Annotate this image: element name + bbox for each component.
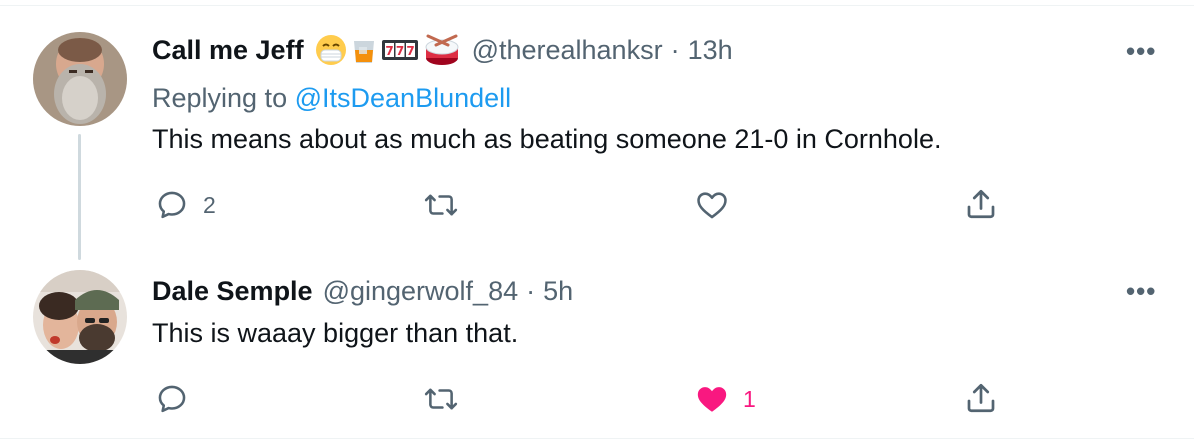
like-count: 1	[743, 385, 756, 412]
separator: ·	[526, 276, 536, 306]
whisky-glass-emoji-icon	[353, 41, 374, 63]
like-button[interactable]: 1	[695, 382, 756, 416]
reply-count: 2	[203, 191, 216, 218]
timestamp[interactable]: 13h	[688, 35, 733, 66]
tweet-header: Call me Jeff 7 7 7 @therealhanksr · 13h	[152, 33, 733, 67]
reply-icon	[158, 191, 186, 219]
avatar[interactable]	[33, 270, 127, 364]
like-button[interactable]	[695, 188, 743, 222]
heart-icon	[697, 192, 727, 219]
replying-prefix: Replying to	[152, 83, 288, 113]
retweet-icon	[424, 194, 458, 216]
handle[interactable]: @therealhanksr	[472, 35, 663, 66]
tweet-text: This means about as much as beating some…	[152, 124, 942, 154]
share-icon	[967, 383, 995, 413]
timestamp[interactable]: 5h	[543, 276, 573, 307]
reply-icon	[158, 385, 186, 413]
avatar[interactable]	[33, 32, 127, 126]
reply-button[interactable]	[155, 382, 203, 416]
tweet-actions: 2	[0, 186, 1194, 226]
display-name[interactable]: Dale Semple	[152, 276, 313, 307]
display-name[interactable]: Call me Jeff	[152, 35, 304, 66]
tweet-actions: 1	[0, 380, 1194, 420]
share-button[interactable]	[963, 186, 999, 222]
replying-handle-link[interactable]: @ItsDeanBlundell	[295, 83, 512, 113]
retweet-icon	[424, 388, 458, 410]
handle[interactable]: @gingerwolf_84	[323, 276, 519, 307]
svg-text:7: 7	[385, 44, 393, 58]
tweet-text: This is waaay bigger than that.	[152, 318, 519, 348]
reply-button[interactable]: 2	[155, 188, 216, 222]
replying-to: Replying to @ItsDeanBlundell	[152, 83, 511, 114]
tweet-header: Dale Semple @gingerwolf_84 · 5h	[152, 276, 573, 307]
bottom-divider	[0, 438, 1194, 439]
retweet-button[interactable]	[423, 188, 473, 222]
name-emojis: 7 7 7	[314, 33, 462, 67]
more-options-icon[interactable]: •••	[1126, 36, 1156, 67]
retweet-button[interactable]	[423, 382, 473, 416]
drum-emoji-icon	[425, 34, 459, 65]
share-button[interactable]	[963, 380, 999, 416]
separator: ·	[670, 34, 680, 65]
top-divider	[0, 5, 1194, 6]
share-icon	[967, 189, 995, 219]
svg-text:7: 7	[395, 44, 403, 58]
slot-777-emoji-icon: 7 7 7	[381, 40, 418, 60]
heart-filled-icon	[697, 387, 727, 412]
more-options-icon[interactable]: •••	[1126, 276, 1156, 307]
svg-text:7: 7	[406, 44, 414, 58]
mask-face-emoji-icon	[315, 35, 346, 65]
